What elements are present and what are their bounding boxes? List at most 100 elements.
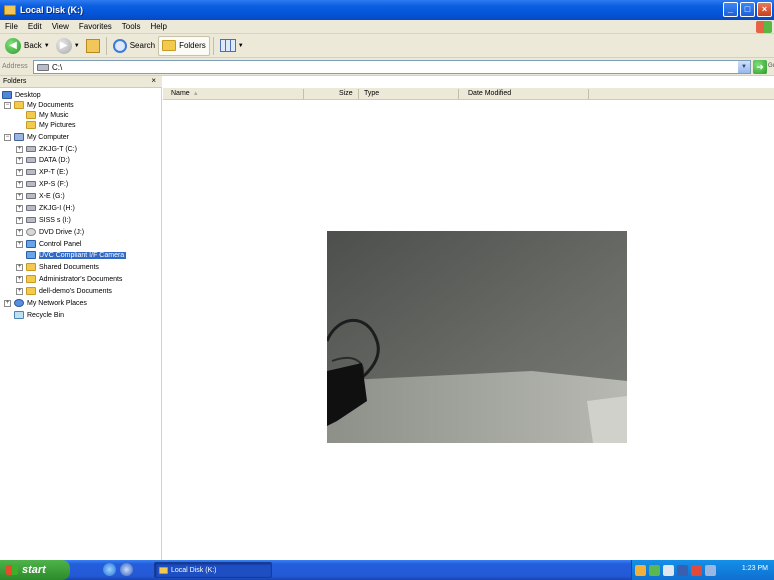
expand-icon[interactable]: +: [16, 168, 23, 176]
forward-button[interactable]: ▶ ▼: [53, 36, 83, 56]
tree-item-dvd-drive[interactable]: + DVD Drive (J:): [16, 227, 84, 237]
column-divider[interactable]: [303, 89, 304, 99]
internet-explorer-icon[interactable]: [103, 563, 116, 576]
folder-icon: [26, 263, 36, 271]
column-divider[interactable]: [588, 89, 589, 99]
address-input[interactable]: C:\ ▼: [33, 60, 751, 74]
tree-item-shared-documents[interactable]: + Shared Documents: [16, 262, 99, 272]
start-button[interactable]: start: [0, 560, 70, 580]
tree-item-my-network-places[interactable]: + My Network Places: [4, 298, 87, 308]
column-type[interactable]: Type: [364, 90, 379, 97]
tree-item-my-pictures[interactable]: My Pictures: [26, 120, 76, 130]
tree-item-control-panel[interactable]: + Control Panel: [16, 239, 81, 249]
expand-icon[interactable]: +: [16, 275, 23, 283]
chevron-down-icon[interactable]: ▼: [738, 61, 750, 73]
expand-icon[interactable]: +: [16, 287, 23, 295]
tree-item-label: My Music: [39, 111, 69, 119]
back-button[interactable]: ◀ Back ▼: [2, 36, 53, 56]
folder-icon: [162, 40, 177, 51]
folders-tree[interactable]: Desktop − My Documents My Music My Pictu…: [0, 88, 162, 560]
pictures-folder-icon: [26, 121, 36, 129]
expand-icon[interactable]: +: [16, 216, 23, 224]
tree-item-drive-i[interactable]: + SISS s (I:): [16, 215, 71, 225]
tree-item-my-music[interactable]: My Music: [26, 110, 69, 120]
tree-item-label: Shared Documents: [39, 263, 99, 271]
menu-tools[interactable]: Tools: [117, 22, 146, 31]
folders-button[interactable]: Folders: [158, 35, 210, 56]
shield-icon[interactable]: [635, 564, 646, 576]
title-bar[interactable]: Local Disk (K:) _ □ ×: [0, 0, 774, 20]
views-button[interactable]: ▼: [217, 36, 247, 56]
desktop-icon: [2, 91, 12, 99]
expand-icon[interactable]: +: [16, 228, 23, 236]
tree-item-label: Administrator's Documents: [39, 275, 123, 283]
menu-view[interactable]: View: [47, 22, 74, 31]
display-icon[interactable]: [677, 564, 688, 576]
drive-icon: [37, 63, 49, 71]
column-divider[interactable]: [358, 89, 359, 99]
tree-item-label: ZKJG-T (C:): [39, 145, 77, 153]
control-panel-icon: [26, 240, 36, 248]
tree-item-label: XP-T (E:): [39, 168, 69, 176]
camera-tray-icon[interactable]: [691, 564, 702, 576]
clock[interactable]: 1:23 PM: [742, 565, 768, 572]
tree-item-dell-demo-documents[interactable]: + dell-demo's Documents: [16, 286, 112, 296]
column-size[interactable]: Size: [339, 90, 353, 97]
column-divider[interactable]: [458, 89, 459, 99]
tree-item-label: My Pictures: [39, 121, 76, 129]
back-label: Back: [24, 41, 42, 50]
monitor-icon[interactable]: [705, 564, 716, 576]
collapse-icon[interactable]: −: [4, 133, 11, 141]
tree-item-label: XP-S (F:): [39, 180, 69, 188]
maximize-button[interactable]: □: [740, 2, 755, 17]
address-bar: Address C:\ ▼ ➜ Go: [0, 58, 774, 76]
expand-icon[interactable]: +: [16, 156, 23, 164]
chevron-down-icon[interactable]: ▼: [74, 43, 80, 49]
tree-item-drive-d[interactable]: + DATA (D:): [16, 155, 70, 165]
volume-icon[interactable]: [663, 564, 674, 576]
folder-icon: [14, 101, 24, 109]
up-button[interactable]: [83, 36, 103, 56]
close-icon[interactable]: ×: [151, 76, 156, 85]
tree-item-label: My Network Places: [27, 299, 87, 307]
tree-item-drive-f[interactable]: + XP-S (F:): [16, 179, 68, 189]
expand-icon[interactable]: +: [4, 299, 11, 307]
menu-favorites[interactable]: Favorites: [74, 22, 117, 31]
tree-item-drive-h[interactable]: + ZKJG-I (H:): [16, 203, 75, 213]
tree-item-administrators-documents[interactable]: + Administrator's Documents: [16, 274, 122, 284]
expand-icon[interactable]: +: [16, 263, 23, 271]
network-icon[interactable]: [649, 564, 660, 576]
column-name[interactable]: Name ▲: [171, 90, 199, 97]
go-label[interactable]: Go: [768, 63, 774, 69]
expand-icon[interactable]: +: [16, 180, 23, 188]
chevron-down-icon[interactable]: ▼: [238, 43, 244, 49]
search-button[interactable]: Search: [110, 36, 158, 56]
tree-item-drive-e[interactable]: + XP-T (E:): [16, 167, 68, 177]
address-value: C:\: [52, 62, 63, 72]
close-button[interactable]: ×: [757, 2, 772, 17]
collapse-icon[interactable]: −: [4, 101, 11, 109]
go-button[interactable]: ➜: [753, 60, 767, 74]
drive-icon: [26, 169, 36, 175]
tree-item-drive-c[interactable]: + ZKJG-T (C:): [16, 144, 77, 154]
taskbar-item-local-disk[interactable]: Local Disk (K:): [154, 562, 272, 578]
tree-item-desktop[interactable]: Desktop: [2, 90, 41, 100]
expand-icon[interactable]: +: [16, 145, 23, 153]
menu-help[interactable]: Help: [145, 22, 171, 31]
tree-item-my-computer[interactable]: − My Computer: [4, 132, 69, 142]
menu-file[interactable]: File: [0, 22, 23, 31]
menu-edit[interactable]: Edit: [23, 22, 47, 31]
search-label: Search: [129, 41, 156, 50]
minimize-button[interactable]: _: [723, 2, 738, 17]
expand-icon[interactable]: +: [16, 240, 23, 248]
media-player-icon[interactable]: [120, 563, 133, 576]
menu-bar: File Edit View Favorites Tools Help: [0, 20, 774, 34]
column-date-modified[interactable]: Date Modified: [468, 90, 511, 97]
expand-icon[interactable]: +: [16, 192, 23, 200]
tree-item-my-documents[interactable]: − My Documents: [4, 100, 74, 110]
tree-item-drive-g[interactable]: + X-E (G:): [16, 191, 65, 201]
tree-item-uvc-camera[interactable]: UVC Compliant I/F Camera: [26, 250, 127, 260]
expand-icon[interactable]: +: [16, 204, 23, 212]
tree-item-recycle-bin[interactable]: Recycle Bin: [14, 310, 64, 320]
chevron-down-icon[interactable]: ▼: [44, 43, 50, 49]
